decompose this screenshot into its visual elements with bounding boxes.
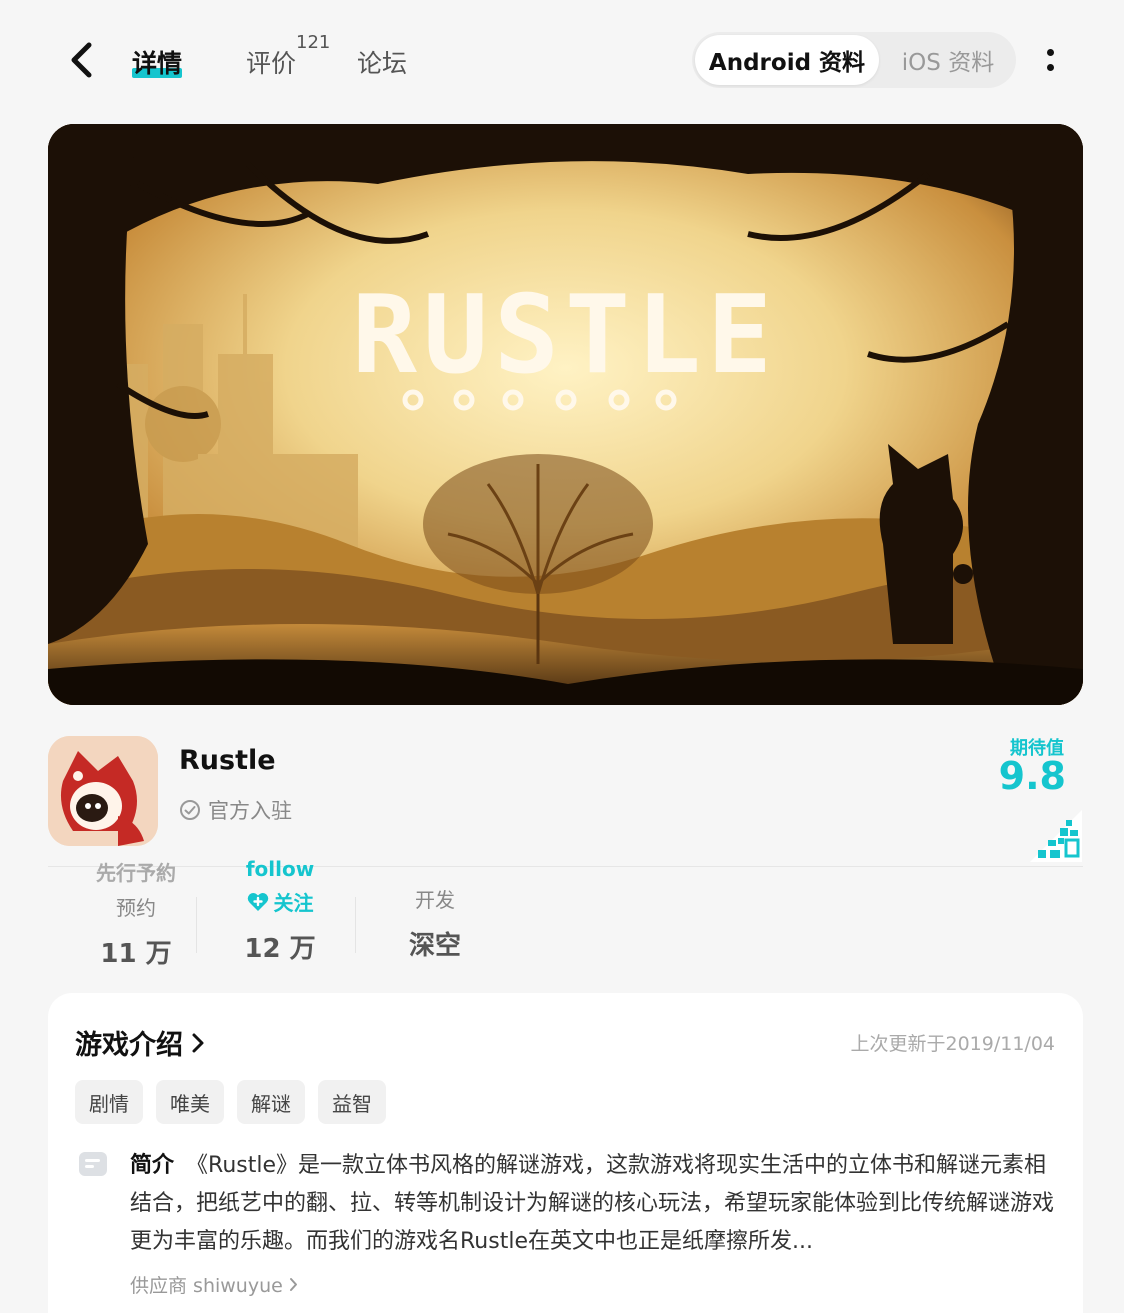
tag-list: 剧情 唯美 解谜 益智: [75, 1080, 386, 1124]
stat-separator: [355, 897, 356, 953]
game-intro-card: 游戏介绍 上次更新于2019/11/04 剧情 唯美 解谜 益智 简介 《Rust…: [48, 993, 1083, 1313]
chevron-right-icon: [192, 1033, 204, 1052]
top-bar: 详情 评价 121 论坛 Android 资料 iOS 资料: [0, 0, 1124, 110]
follow-label: 关注: [273, 891, 314, 915]
app-name: Rustle: [179, 745, 276, 776]
character-avatar-icon: [48, 736, 158, 846]
reviews-count: 121: [296, 32, 331, 53]
tag-item[interactable]: 剧情: [75, 1080, 143, 1124]
verified-check-icon: [180, 800, 200, 820]
game-logo-text: RUSTLE: [352, 273, 778, 398]
tab-reviews-label: 评价: [246, 49, 297, 78]
follow-button[interactable]: 关注: [210, 887, 350, 916]
back-button[interactable]: [60, 38, 104, 82]
platform-switch: Android 资料 iOS 资料: [692, 32, 1016, 88]
reserve-tag: 先行予約: [96, 861, 176, 885]
android-info-button[interactable]: Android 资料: [695, 35, 879, 85]
follow-tag: follow: [245, 857, 315, 881]
reserve-label: 预约: [116, 896, 156, 920]
divider: [48, 866, 1083, 867]
tag-item[interactable]: 唯美: [156, 1080, 224, 1124]
chevron-right-icon: [289, 1278, 297, 1291]
tab-forum[interactable]: 论坛: [357, 44, 407, 80]
description-text: 《Rustle》是一款立体书风格的解谜游戏，这款游戏将现实生活中的立体书和解谜元…: [130, 1153, 1055, 1254]
description-label: 简介: [130, 1153, 175, 1178]
vendor-label: 供应商 shiwuyue: [130, 1275, 283, 1297]
expect-value: 9.8: [998, 754, 1066, 798]
banner-artwork: RUSTLE: [48, 124, 1083, 705]
tab-forum-label: 论坛: [357, 49, 408, 78]
tab-details-label: 详情: [132, 49, 183, 78]
game-banner[interactable]: RUSTLE: [48, 124, 1083, 705]
follow-value: 12 万: [244, 934, 316, 964]
official-badge: 官方入驻: [179, 795, 292, 825]
developer-label: 开发: [415, 888, 455, 912]
stat-developer[interactable]: 开发 深空: [370, 857, 500, 962]
tag-item[interactable]: 解谜: [237, 1080, 305, 1124]
chevron-left-icon: [71, 42, 92, 78]
official-label: 官方入驻: [208, 799, 292, 823]
more-options-button[interactable]: [1036, 42, 1064, 78]
qr-code-icon[interactable]: [1030, 810, 1082, 862]
tab-details[interactable]: 详情: [132, 44, 183, 80]
dot-icon: [1046, 64, 1054, 71]
description-icon: [79, 1152, 107, 1176]
tag-item[interactable]: 益智: [318, 1080, 386, 1124]
vendor-link[interactable]: 供应商 shiwuyue: [130, 1271, 298, 1298]
heart-plus-icon: [247, 892, 268, 911]
developer-value: 深空: [408, 931, 461, 961]
reserve-value: 11 万: [100, 939, 172, 969]
intro-title[interactable]: 游戏介绍: [75, 1023, 205, 1062]
ios-info-button[interactable]: iOS 资料: [882, 35, 1014, 85]
last-updated: 上次更新于2019/11/04: [850, 1033, 1055, 1055]
stat-separator: [196, 897, 197, 953]
tab-reviews[interactable]: 评价 121: [246, 32, 330, 80]
dot-icon: [1046, 49, 1054, 56]
stat-follow[interactable]: follow 关注 12 万: [210, 857, 350, 965]
stat-reserve[interactable]: 先行予約 预约 11 万: [70, 857, 202, 970]
intro-title-label: 游戏介绍: [75, 1030, 183, 1061]
app-icon: [48, 736, 158, 846]
game-description[interactable]: 简介 《Rustle》是一款立体书风格的解谜游戏，这款游戏将现实生活中的立体书和解…: [130, 1147, 1060, 1261]
